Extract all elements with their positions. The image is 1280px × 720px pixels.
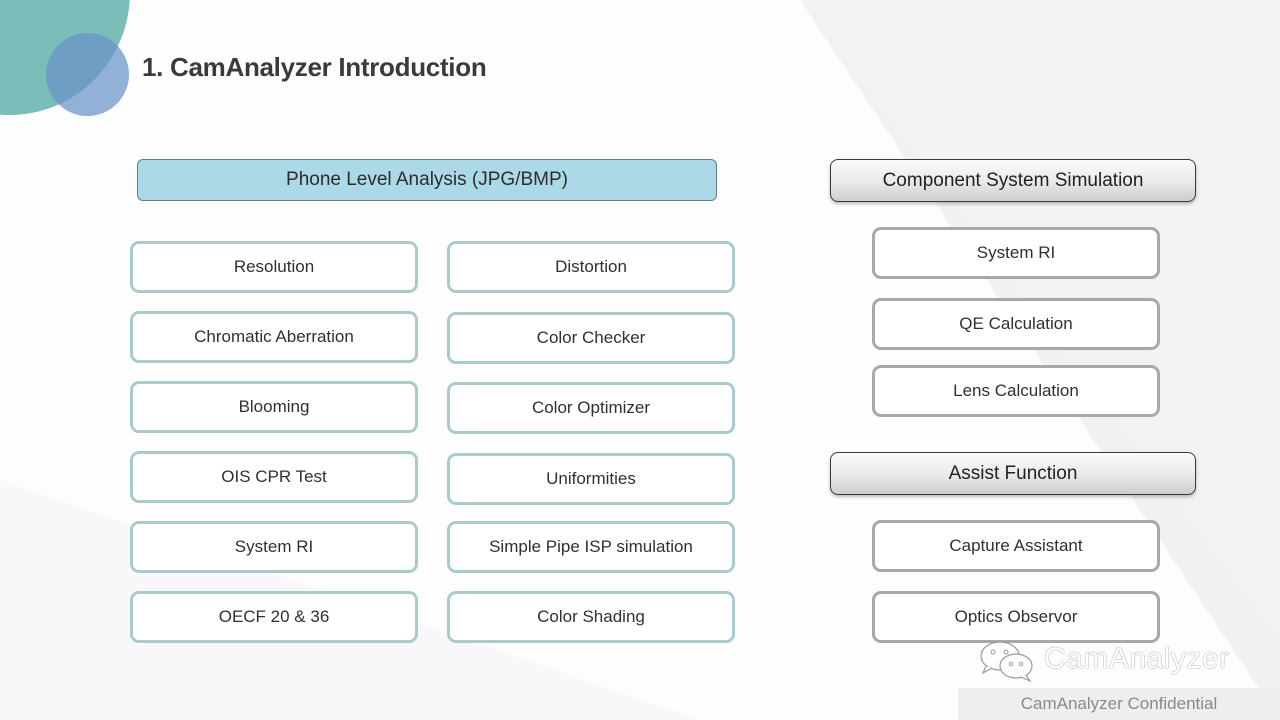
component-system-simulation-header: Component System Simulation xyxy=(830,159,1196,202)
feature-color-shading[interactable]: Color Shading xyxy=(447,591,735,643)
feature-uniformities[interactable]: Uniformities xyxy=(447,453,735,505)
feature-chromatic-aberration[interactable]: Chromatic Aberration xyxy=(130,311,418,363)
feature-oecf[interactable]: OECF 20 & 36 xyxy=(130,591,418,643)
brand-watermark: CamAnalyzer xyxy=(1044,642,1230,675)
assist-optics-observor[interactable]: Optics Observor xyxy=(872,591,1160,643)
slide-title: 1. CamAnalyzer Introduction xyxy=(142,52,487,82)
wechat-icon xyxy=(980,641,1033,682)
decorative-circle-blue xyxy=(46,33,129,116)
component-lens-calculation[interactable]: Lens Calculation xyxy=(872,365,1160,417)
phone-level-analysis-header: Phone Level Analysis (JPG/BMP) xyxy=(137,159,717,201)
component-qe-calculation[interactable]: QE Calculation xyxy=(872,298,1160,350)
component-system-ri[interactable]: System RI xyxy=(872,227,1160,279)
feature-color-checker[interactable]: Color Checker xyxy=(447,312,735,364)
feature-system-ri[interactable]: System RI xyxy=(130,521,418,573)
feature-blooming[interactable]: Blooming xyxy=(130,381,418,433)
feature-simple-pipe-isp[interactable]: Simple Pipe ISP simulation xyxy=(447,521,735,573)
assist-function-header: Assist Function xyxy=(830,452,1196,495)
feature-ois-cpr-test[interactable]: OIS CPR Test xyxy=(130,451,418,503)
feature-resolution[interactable]: Resolution xyxy=(130,241,418,293)
feature-color-optimizer[interactable]: Color Optimizer xyxy=(447,382,735,434)
assist-capture-assistant[interactable]: Capture Assistant xyxy=(872,520,1160,572)
feature-distortion[interactable]: Distortion xyxy=(447,241,735,293)
confidential-footer: CamAnalyzer Confidential xyxy=(958,688,1280,720)
